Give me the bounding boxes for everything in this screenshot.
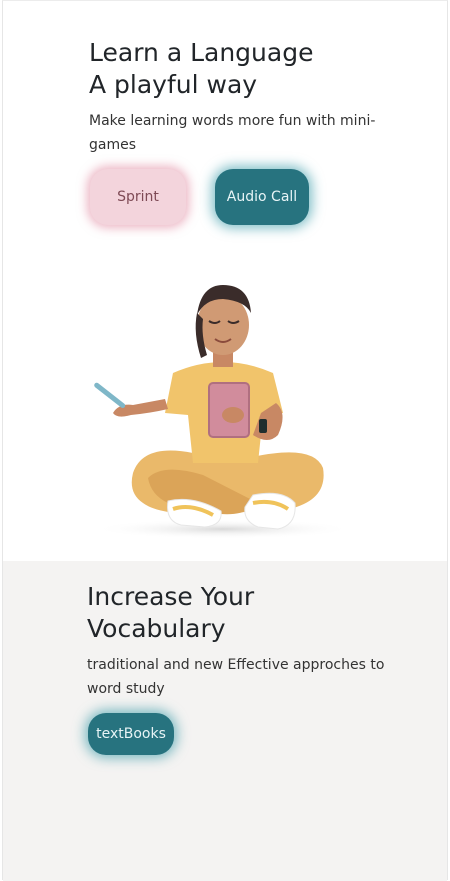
vocabulary-title-line1: Increase Your (87, 582, 255, 611)
vocabulary-title-line2: Vocabulary (87, 614, 226, 643)
student-illustration (93, 285, 353, 539)
vocabulary-subtitle: traditional and new Effective approches … (87, 657, 385, 697)
hero-title: Learn a Language A playful way (89, 37, 313, 101)
hero-section: Learn a Language A playful way Make lear… (3, 1, 447, 561)
sprint-button[interactable]: Sprint (90, 169, 186, 225)
vocabulary-title: Increase Your Vocabulary (87, 581, 254, 645)
page-frame: Learn a Language A playful way Make lear… (2, 0, 448, 881)
hero-subtitle: Make learning words more fun with mini-g… (89, 113, 376, 153)
hero-title-line1: Learn a Language (89, 38, 314, 67)
vocabulary-section: Increase Your Vocabulary traditional and… (3, 561, 447, 881)
hero-title-line2: A playful way (89, 70, 258, 99)
textbooks-button[interactable]: textBooks (88, 713, 174, 755)
audio-call-button[interactable]: Audio Call (215, 169, 309, 225)
